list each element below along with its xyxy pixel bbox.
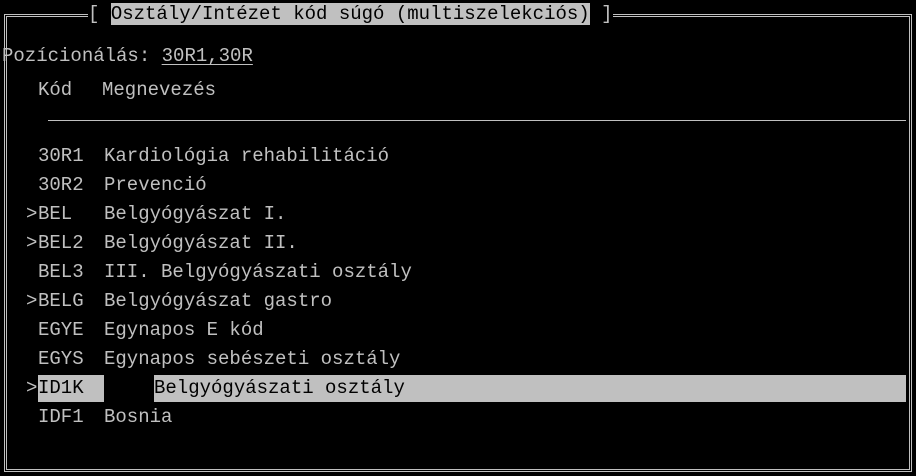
item-code: 30R2: [38, 174, 84, 196]
selection-marker: >: [26, 377, 38, 399]
item-name: Belgyógyászat II.: [104, 232, 298, 254]
selection-marker: >: [26, 232, 38, 254]
list-item[interactable]: EGYE Egynapos E kód: [0, 316, 910, 345]
item-code: IDF1: [38, 406, 84, 428]
item-name: Egynapos sebészeti osztály: [104, 348, 401, 370]
item-code: 30R1: [38, 145, 84, 167]
item-name: Belgyógyászat I.: [104, 203, 287, 225]
header-divider: [48, 120, 906, 121]
item-name: Egynapos E kód: [104, 319, 264, 341]
item-name: III. Belgyógyászati osztály: [104, 261, 412, 283]
list-item[interactable]: > BEL Belgyógyászat I.: [0, 200, 910, 229]
code-list: 30R1 Kardiológia rehabilitáció 30R2 Prevenc…: [0, 142, 910, 432]
positioning-input[interactable]: 30R1,30R: [162, 45, 253, 67]
item-code: BEL: [38, 203, 73, 225]
list-item[interactable]: 30R2 Prevenció: [0, 171, 910, 200]
list-item[interactable]: 30R1 Kardiológia rehabilitáció: [0, 142, 910, 171]
list-item[interactable]: > BELG Belgyógyászat gastro: [0, 287, 910, 316]
list-item[interactable]: BEL3 III. Belgyógyászati osztály: [0, 258, 910, 287]
selection-marker: >: [26, 290, 38, 312]
title-suffix: ]: [589, 3, 613, 25]
item-name: Bosnia: [104, 406, 173, 428]
list-item[interactable]: > BEL2 Belgyógyászat II.: [0, 229, 910, 258]
column-header-name: Megnevezés: [102, 79, 217, 101]
list-item[interactable]: EGYS Egynapos sebészeti osztály: [0, 345, 910, 374]
item-name: Belgyógyászat gastro: [104, 290, 333, 312]
positioning-label: Pozícionálás:: [2, 45, 151, 67]
item-code: BELG: [38, 290, 84, 312]
selection-marker: >: [26, 203, 38, 225]
item-name: Kardiológia rehabilitáció: [104, 145, 390, 167]
positioning-line: Pozícionálás: 30R1,30R: [2, 42, 253, 71]
item-name: Prevenció: [104, 174, 207, 196]
dialog-title: [ Osztály/Intézet kód súgó (multiszelekc…: [88, 0, 613, 29]
terminal-screen: [ Osztály/Intézet kód súgó (multiszelekc…: [0, 0, 916, 476]
list-item[interactable]: IDF1 Bosnia: [0, 403, 910, 432]
item-code: BEL2: [38, 232, 84, 254]
item-code: BEL3: [38, 261, 84, 283]
item-code: ID1K: [38, 377, 84, 399]
title-text: Osztály/Intézet kód súgó (multiszelekció…: [110, 3, 590, 25]
column-header: Kód Megnevezés: [38, 76, 216, 105]
item-code: EGYE: [38, 319, 84, 341]
item-code: EGYS: [38, 348, 84, 370]
list-item-selected[interactable]: > ID1K Belgyógyászati osztály: [0, 374, 910, 403]
item-name: Belgyógyászati osztály: [154, 377, 405, 399]
column-header-code: Kód: [38, 79, 73, 101]
title-prefix: [: [88, 3, 111, 25]
